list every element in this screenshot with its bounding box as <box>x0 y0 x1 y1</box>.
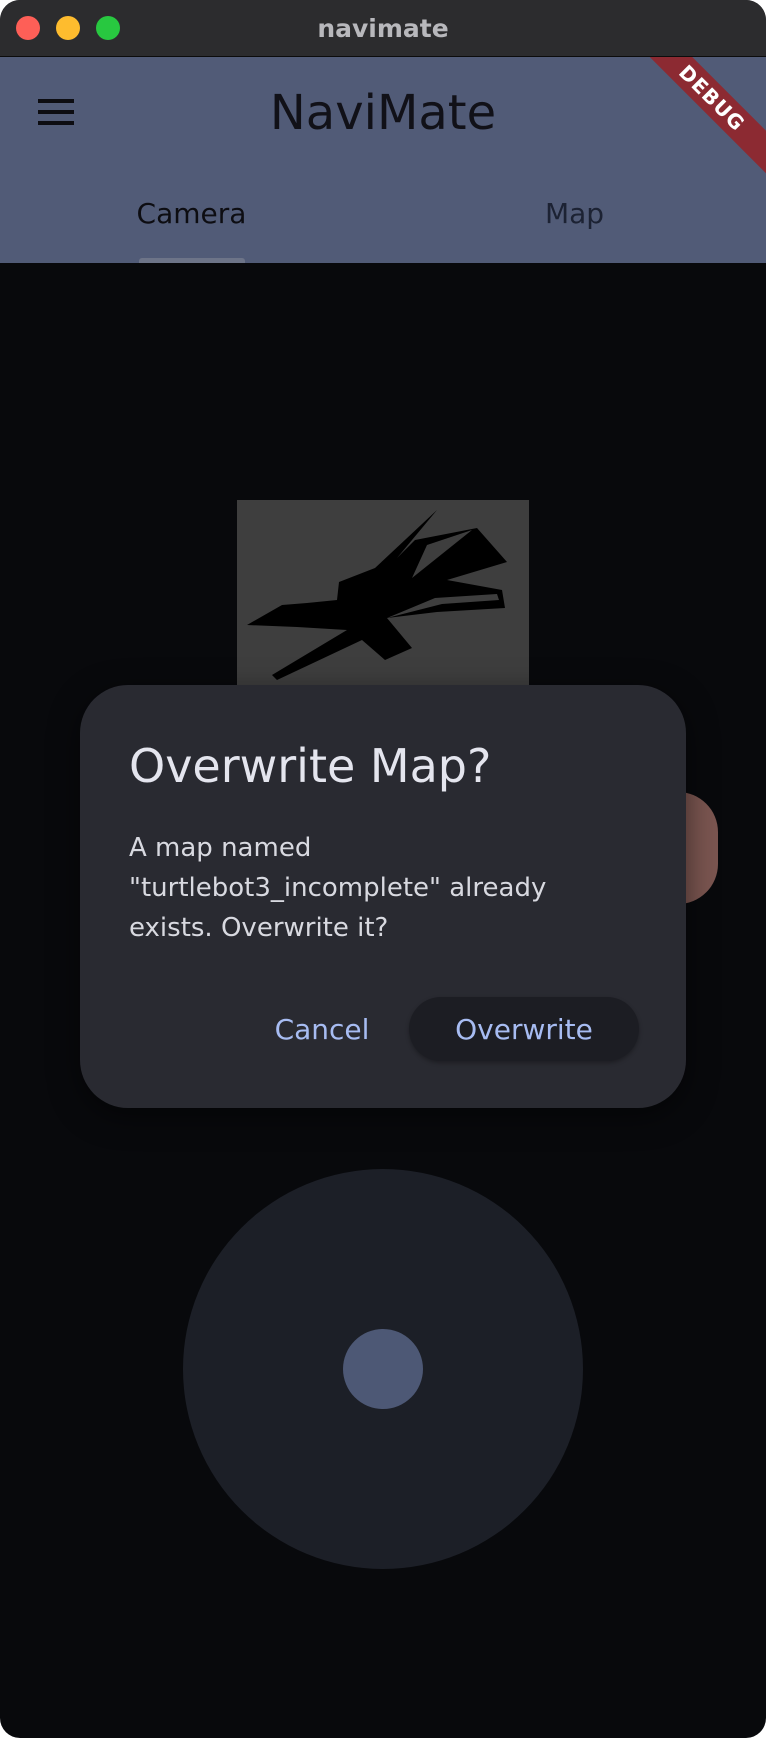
title-bar: navimate <box>0 0 766 57</box>
cancel-button[interactable]: Cancel <box>258 997 386 1061</box>
tab-map[interactable]: Map <box>383 181 766 263</box>
tab-selected-indicator <box>139 258 245 263</box>
dialog-message: A map named "turtlebot3_incomplete" alre… <box>129 828 629 948</box>
tab-camera[interactable]: Camera <box>0 181 383 263</box>
joystick-knob[interactable] <box>343 1329 423 1409</box>
dialog-actions: Cancel Overwrite <box>80 997 686 1061</box>
app-bar: NaviMate DEBUG Camera Map <box>0 57 766 263</box>
dialog-message-line: "turtlebot3_incomplete" already <box>129 873 547 903</box>
joystick-pad[interactable] <box>183 1169 583 1569</box>
map-preview-image <box>237 500 529 690</box>
overwrite-button[interactable]: Overwrite <box>409 997 639 1061</box>
tab-bar: Camera Map <box>0 181 766 263</box>
dialog-message-line: exists. Overwrite it? <box>129 913 389 943</box>
dialog-title: Overwrite Map? <box>129 739 492 793</box>
overwrite-map-dialog: Overwrite Map? A map named "turtlebot3_i… <box>80 685 686 1108</box>
occupancy-map-graphic <box>247 510 507 680</box>
dialog-message-line: A map named <box>129 833 312 863</box>
app-window: navimate NaviMate DEBUG Camera Map Overw… <box>0 0 766 1738</box>
window-title: navimate <box>317 14 449 43</box>
app-title: NaviMate <box>269 85 497 141</box>
